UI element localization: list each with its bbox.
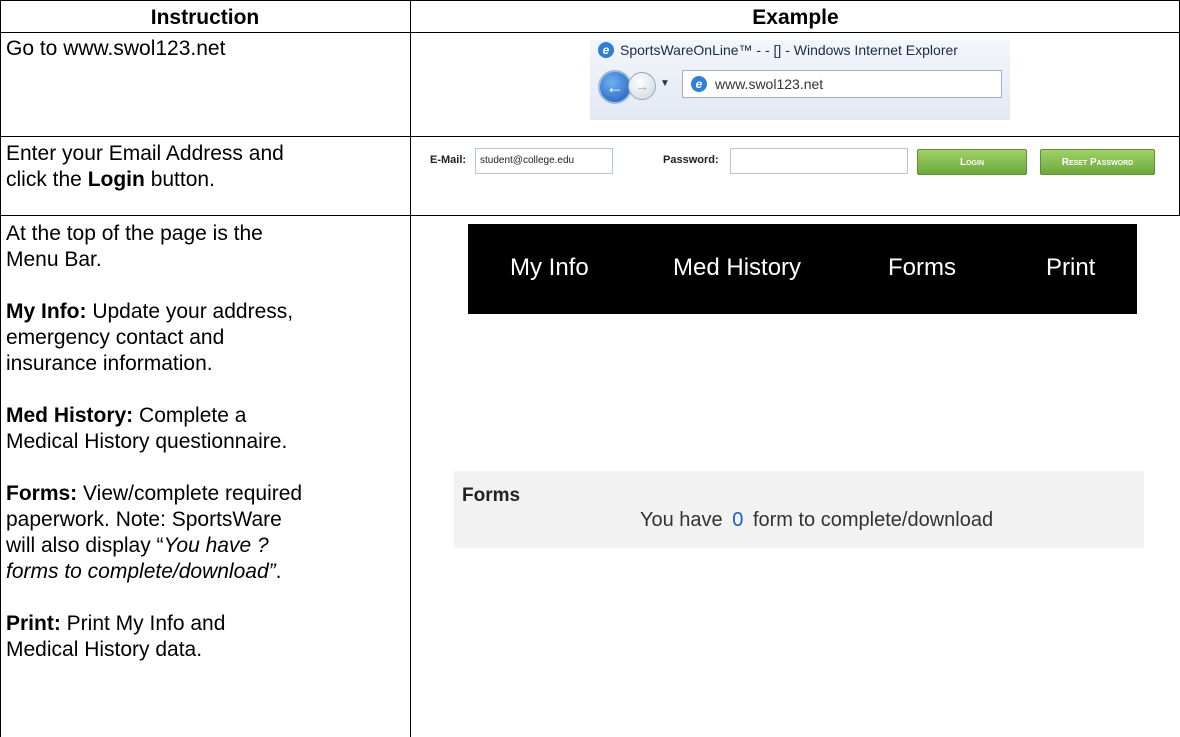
menu-item-med-history[interactable]: Med History [673, 254, 801, 282]
medhistory-text: Medical History questionnaire. [6, 430, 288, 453]
login-form: E-Mail: student@college.edu Password: Lo… [427, 146, 1167, 180]
forms-panel: Forms You have 0 form to complete/downlo… [454, 471, 1144, 548]
print-text: Print: Print My Info and [6, 611, 302, 637]
password-label: Password: [663, 154, 719, 166]
forms-text: Forms: View/complete required [6, 481, 302, 507]
header-instruction: Instruction [150, 6, 260, 29]
print-text: Medical History data. [6, 638, 203, 661]
text-span: Complete a [133, 404, 247, 427]
text-span: click the [6, 168, 88, 191]
medhistory-text: Med History: Complete a [6, 403, 302, 429]
myinfo-text: emergency contact and [6, 326, 225, 349]
password-field[interactable] [730, 148, 908, 174]
bold-term: Print: [6, 612, 61, 635]
forward-arrow-icon[interactable]: → [628, 72, 656, 100]
browser-title: SportsWareOnLine™ - - [] - Windows Inter… [620, 42, 958, 58]
italic-text: You have ? [163, 534, 269, 557]
table-column-divider [410, 0, 411, 737]
browser-screenshot: e SportsWareOnLine™ - - [] - Windows Int… [590, 40, 1010, 120]
instruction-text: At the top of the page is the [6, 222, 263, 245]
forms-count-link[interactable]: 0 [732, 509, 743, 531]
bold-term: Forms: [6, 482, 78, 505]
table-row-divider [0, 215, 1180, 216]
table-border-top [0, 0, 1180, 1]
row3-instruction: At the top of the page is the Menu Bar. … [6, 221, 302, 663]
history-dropdown-icon[interactable]: ▼ [660, 78, 670, 89]
table-row-divider [0, 136, 1180, 137]
text-span: will also display “ [6, 534, 164, 557]
forms-text: paperwork. Note: SportsWare [6, 508, 282, 531]
table-header-divider [0, 32, 1180, 33]
instruction-text: Enter your Email Address and [6, 142, 284, 165]
row2-instruction: Enter your Email Address and click the L… [6, 141, 284, 193]
address-bar[interactable]: e www.swol123.net [682, 70, 1002, 98]
text-span: . [275, 560, 282, 583]
text-span: Update your address, [86, 300, 294, 323]
instruction-text: click the Login button. [6, 167, 284, 193]
bold-term: Login [87, 168, 145, 191]
address-url: www.swol123.net [715, 76, 824, 92]
bold-term: My Info: [6, 300, 87, 323]
reset-password-button[interactable]: Reset Password [1040, 149, 1155, 175]
forms-text: will also display “You have ? [6, 533, 302, 559]
back-arrow-icon[interactable]: ← [598, 70, 632, 104]
table-border-left [0, 0, 1, 737]
instruction-text: Go to www.swol123.net [6, 37, 226, 60]
menu-bar: My Info Med History Forms Print [468, 224, 1137, 314]
menu-item-print[interactable]: Print [1046, 254, 1095, 282]
header-example: Example [752, 6, 839, 29]
bold-term: Med History: [6, 404, 134, 427]
menu-item-forms[interactable]: Forms [888, 254, 956, 282]
text-span: button. [144, 168, 215, 191]
ie-logo-icon: e [598, 42, 614, 58]
browser-title-bar: e SportsWareOnLine™ - - [] - Windows Int… [598, 42, 958, 58]
myinfo-text: insurance information. [6, 352, 213, 375]
italic-text: forms to complete/download” [6, 560, 276, 583]
myinfo-text: My Info: Update your address, [6, 299, 302, 325]
forms-status: You have 0 form to complete/download [640, 509, 993, 532]
ie-page-icon: e [691, 76, 707, 92]
email-field[interactable]: student@college.edu [475, 148, 613, 174]
forms-panel-title: Forms [462, 485, 521, 506]
row1-instruction: Go to www.swol123.net [6, 36, 225, 62]
text-span: View/complete required [77, 482, 303, 505]
forms-status-suffix: form to complete/download [752, 509, 994, 531]
forms-text: forms to complete/download”. [6, 559, 302, 585]
login-button[interactable]: Login [917, 149, 1027, 175]
menu-item-my-info[interactable]: My Info [510, 254, 589, 282]
email-label: E-Mail: [430, 154, 467, 166]
forms-status-prefix: You have [640, 509, 723, 531]
text-span: Print My Info and [60, 612, 226, 635]
instruction-text: Menu Bar. [6, 248, 102, 271]
